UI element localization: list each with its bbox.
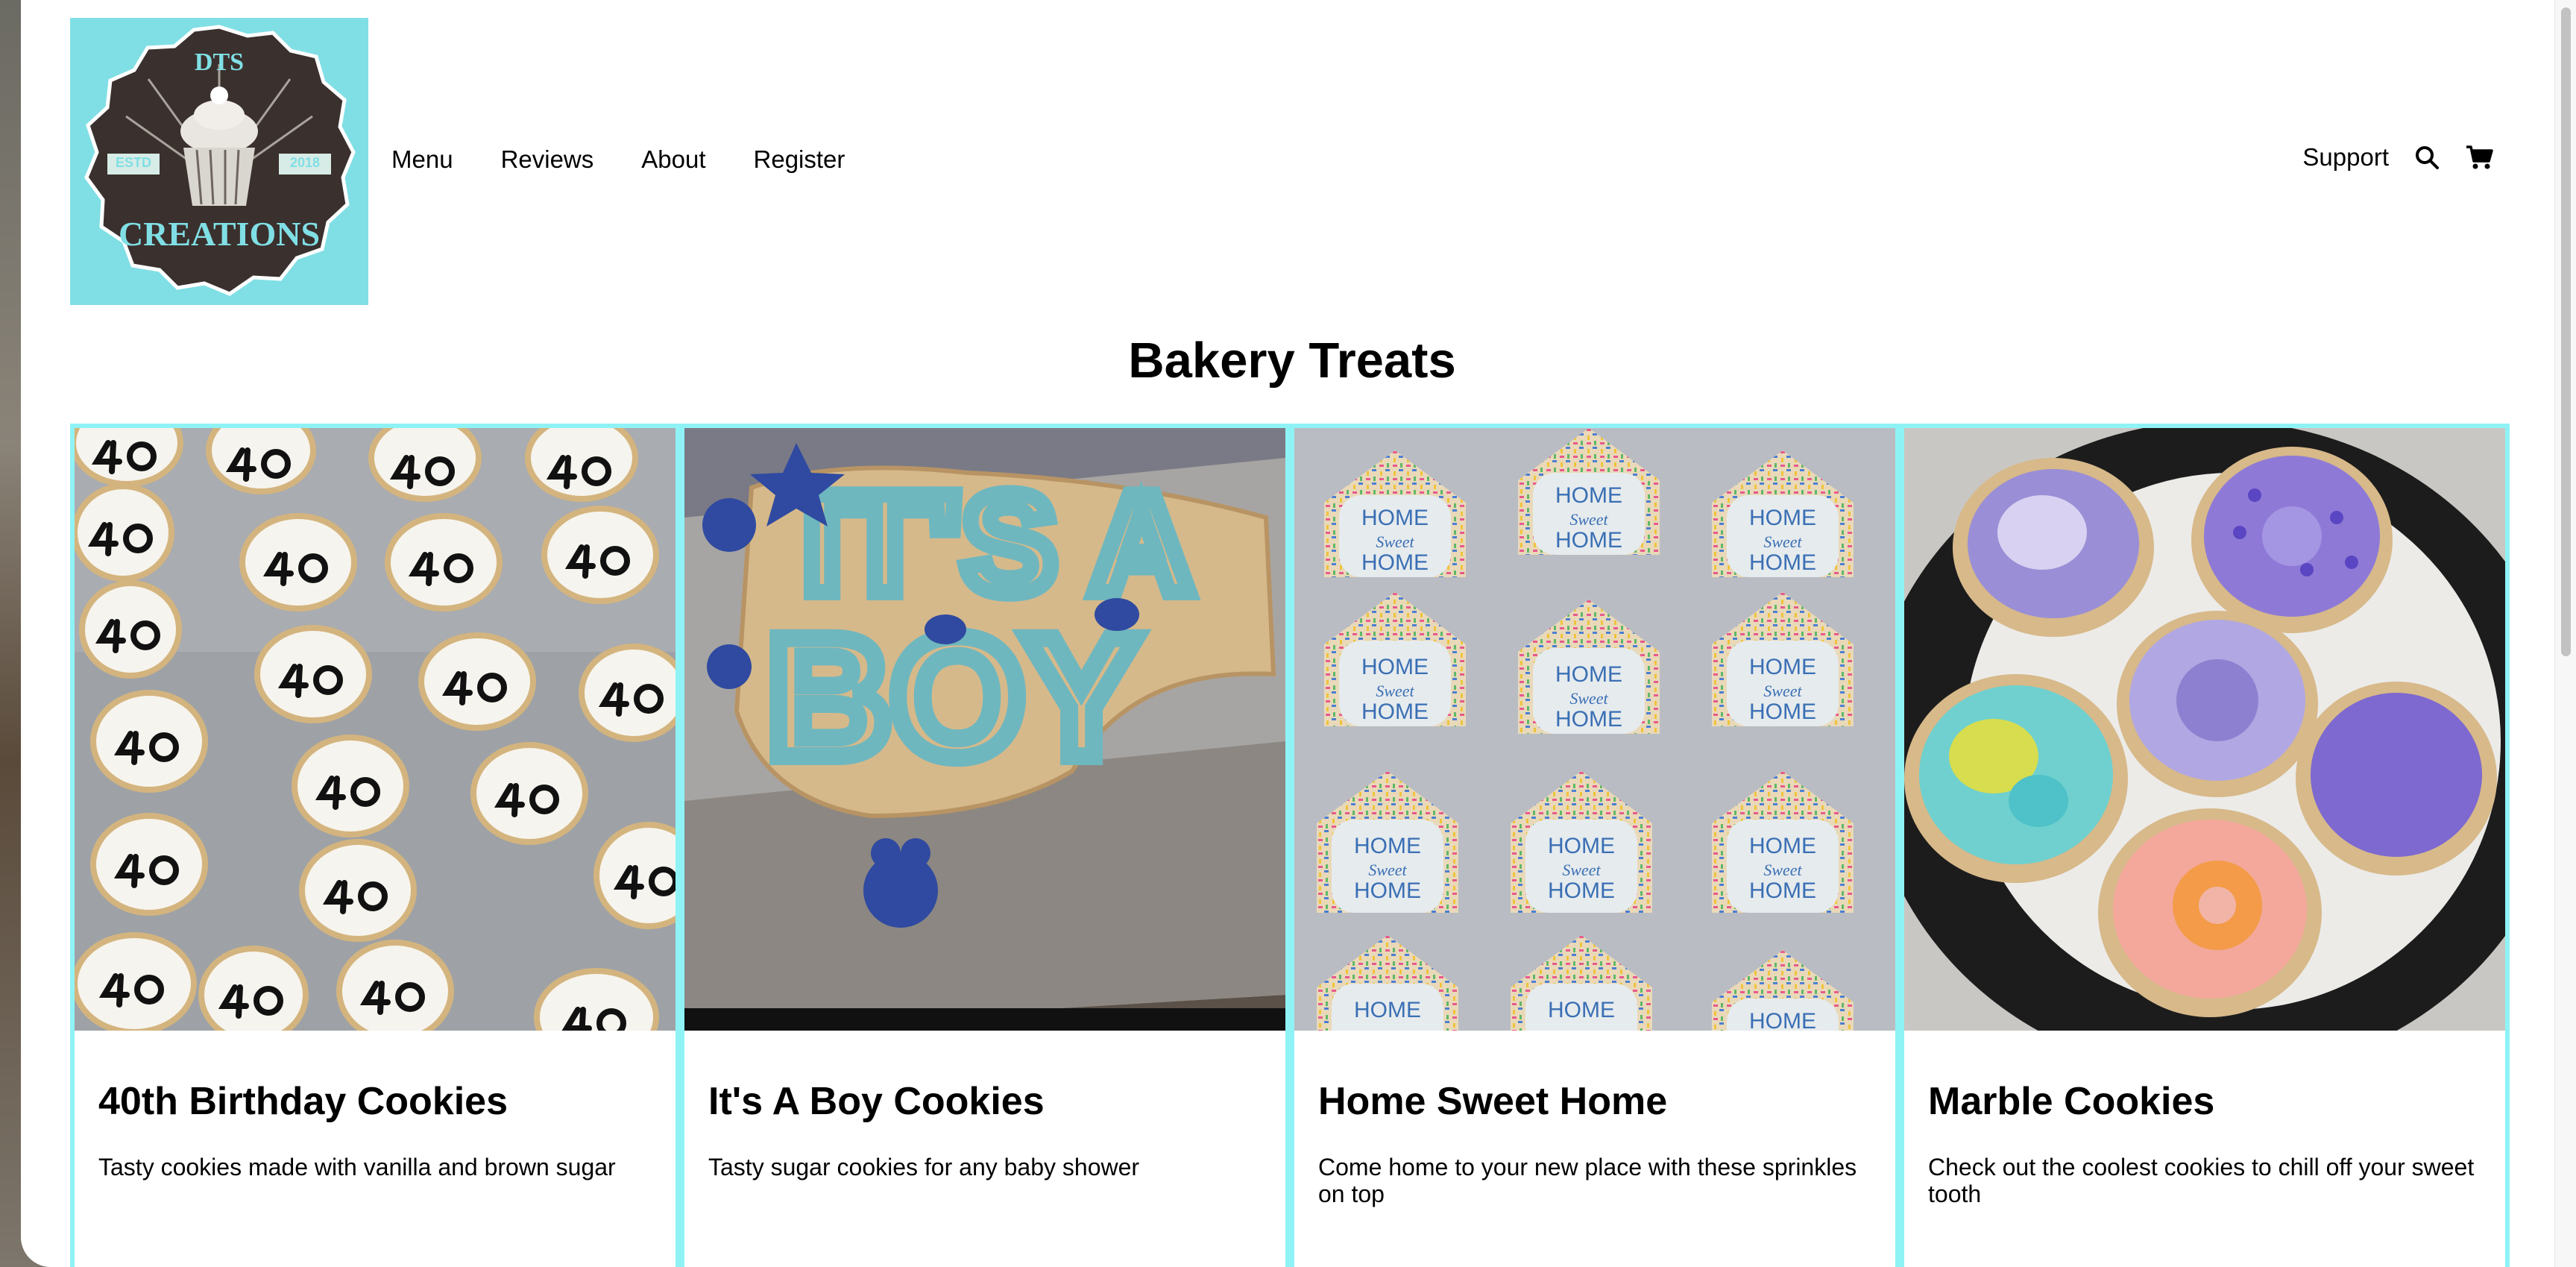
cookie-label: HOME [1555,483,1622,508]
logo-graphic: DTS ESTD 2018 CREATIONS [84,25,356,296]
cookie-label: HOME [1361,699,1429,724]
logo-top-text: DTS [195,48,244,76]
product-title[interactable]: 40th Birthday Cookies [98,1079,508,1124]
product-image-40th-birthday[interactable] [75,428,676,1031]
cookie-label: HOME [1749,506,1816,530]
cookie-label: HOME [1749,834,1816,858]
product-image-its-a-boy[interactable]: IT'S A BOY [684,428,1285,1031]
main-nav: Menu Reviews About Register [391,145,845,174]
product-card-marble-cookies[interactable]: Marble Cookies Check out the coolest coo… [1900,424,2510,1267]
cookie-label: HOME [1749,699,1816,724]
cookie-label: Sweet [1763,682,1802,700]
page-title: Bakery Treats [1128,333,1456,389]
cookie-label: HOME [1749,550,1816,575]
cookie-label: Sweet [1376,682,1414,700]
search-icon[interactable] [2414,145,2440,170]
cookie-label: HOME [1749,655,1816,679]
cookie-label: Sweet [1569,689,1608,708]
cookie-label: Sweet [1763,861,1802,879]
cookie-label: Sweet [1569,510,1608,529]
cookie-label: HOME [1555,707,1622,732]
logo-estd-text: ESTD [116,155,151,170]
logo-year-text: 2018 [290,155,320,170]
product-description: Tasty cookies made with vanilla and brow… [98,1154,616,1180]
cookie-label: Sweet [1376,532,1414,551]
cookie-label: HOME [1361,550,1429,575]
product-card-home-sweet-home[interactable]: HOME HOME HOME HOME HOME HOME HOME HOME … [1290,424,1900,1267]
cookie-label: HOME [1548,834,1615,858]
cart-icon[interactable] [2465,145,2493,170]
page-scrollbar[interactable] [2554,0,2576,1267]
product-title[interactable]: Home Sweet Home [1318,1079,1667,1124]
cookie-label: HOME [1361,655,1429,679]
product-description: Check out the coolest cookies to chill o… [1928,1154,2475,1207]
product-description: Come home to your new place with these s… [1318,1154,1857,1207]
support-link[interactable]: Support [2302,143,2389,172]
cookie-label: Sweet [1368,861,1407,879]
nav-item-menu[interactable]: Menu [391,145,453,174]
product-grid: 40th Birthday Cookies Tasty cookies made… [70,424,2529,1267]
cookie-label: HOME [1555,662,1622,687]
cookie-label: HOME [1555,528,1622,553]
cookie-label: HOME [1548,998,1615,1022]
cookie-label: HOME [1361,506,1429,530]
product-title[interactable]: It's A Boy Cookies [708,1079,1045,1124]
browser-page: DTS ESTD 2018 CREATIONS Menu Reviews Abo… [21,0,2563,1267]
brand-logo[interactable]: DTS ESTD 2018 CREATIONS [70,18,368,305]
cookie-label: HOME [1354,998,1421,1022]
product-card-its-a-boy[interactable]: IT'S A BOY It's A Boy Cookies Tasty suga… [680,424,1290,1267]
cookie-label: Sweet [1562,861,1601,879]
product-description: Tasty sugar cookies for any baby shower [708,1154,1140,1180]
product-title[interactable]: Marble Cookies [1928,1079,2214,1124]
cookie-label: HOME [1354,834,1421,858]
cookie-label: HOME [1749,878,1816,903]
product-image-marble-cookies[interactable] [1904,428,2505,1031]
product-image-home-sweet-home[interactable]: HOME HOME HOME HOME HOME HOME HOME HOME … [1294,428,1895,1031]
header-actions: Support [2302,143,2493,172]
nav-item-about[interactable]: About [641,145,705,174]
cookie-text-its-a: IT'S A [802,465,1193,623]
nav-item-reviews[interactable]: Reviews [501,145,594,174]
cookie-label: HOME [1749,1009,1816,1031]
nav-item-register[interactable]: Register [754,145,845,174]
logo-bottom-text: CREATIONS [119,215,320,253]
product-card-40th-birthday[interactable]: 40th Birthday Cookies Tasty cookies made… [70,424,680,1267]
scrollbar-thumb[interactable] [2561,7,2571,656]
cookie-label: Sweet [1763,532,1802,551]
cookie-label: HOME [1548,878,1615,903]
cookie-label: HOME [1354,878,1421,903]
